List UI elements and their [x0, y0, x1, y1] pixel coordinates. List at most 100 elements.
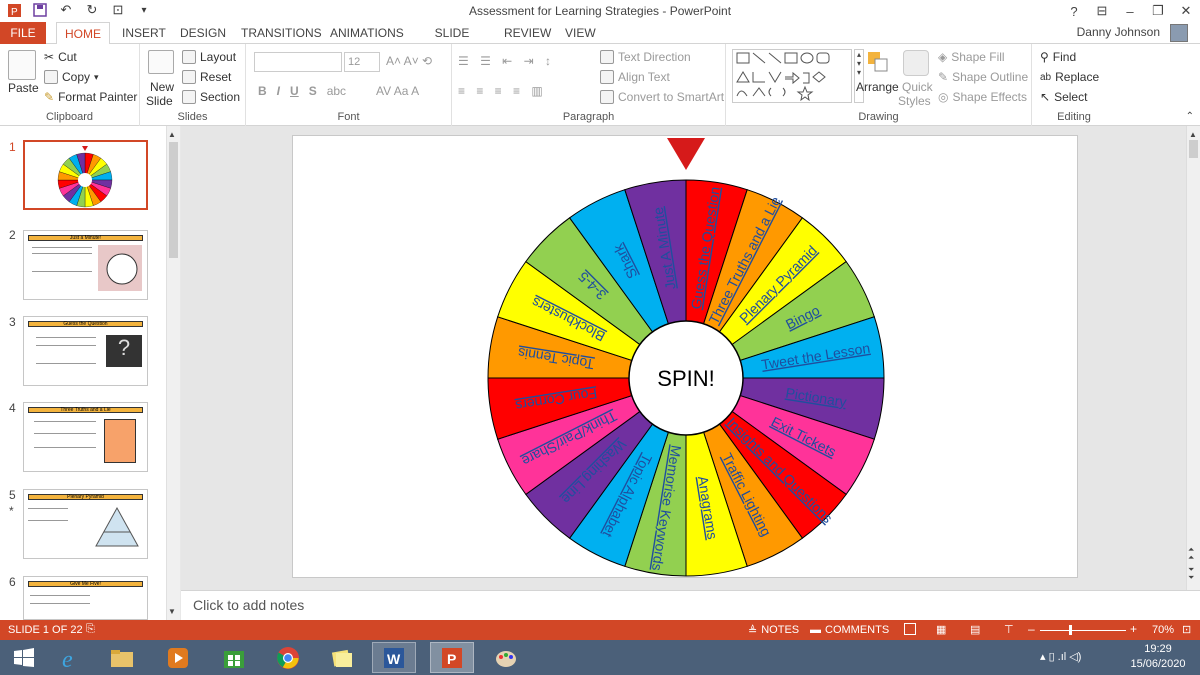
text-direction-button[interactable]: Text Direction: [600, 50, 691, 64]
quick-styles-icon[interactable]: [903, 50, 929, 76]
tab-insert[interactable]: INSERT: [122, 22, 166, 44]
shape-fill-button[interactable]: ◈ Shape Fill: [938, 50, 1005, 64]
align-buttons[interactable]: ≡ ≡ ≡ ≡ ▥: [458, 84, 547, 98]
font-name-box[interactable]: [254, 52, 342, 72]
previous-slide-icon[interactable]: ⏶ ⏶: [1188, 546, 1194, 562]
zoom-in-icon[interactable]: +: [1130, 622, 1137, 636]
slide-thumbnail-4[interactable]: Three Truths and a Lie: [23, 402, 148, 472]
slide-canvas[interactable]: Guess the Question Three Truths and a Lie…: [292, 135, 1078, 578]
find-button[interactable]: ⚲ Find: [1040, 50, 1076, 64]
scroll-down-icon[interactable]: ▼: [168, 607, 176, 616]
shapes-gallery[interactable]: [732, 49, 852, 103]
fit-slide-icon[interactable]: ⊡: [1182, 623, 1191, 636]
zoom-level[interactable]: 70%: [1152, 624, 1174, 636]
thumbnail-scrollbar[interactable]: ▲ ▼: [166, 126, 180, 620]
shadow-icon[interactable]: S: [309, 84, 317, 98]
spin-label[interactable]: SPIN!: [657, 366, 714, 391]
new-slide-icon[interactable]: [148, 50, 174, 74]
strikethrough-icon[interactable]: abc: [327, 84, 346, 98]
scroll-thumb[interactable]: [1189, 140, 1198, 158]
word-icon[interactable]: W: [372, 642, 416, 673]
slide-scrollbar[interactable]: ▲ ⏶ ⏶ ⏷ ⏷: [1186, 126, 1200, 590]
paste-button[interactable]: Paste: [8, 81, 39, 95]
select-button[interactable]: ↖ Select: [1040, 90, 1087, 104]
tab-slide-show[interactable]: SLIDE SHOW: [419, 22, 485, 62]
tab-home[interactable]: HOME: [56, 22, 110, 45]
zoom-slider-handle[interactable]: [1069, 625, 1072, 635]
internet-explorer-icon[interactable]: e: [50, 642, 94, 673]
shape-effects-button[interactable]: ◎ Shape Effects: [938, 90, 1027, 104]
slide-show-icon[interactable]: ⊤: [1004, 623, 1014, 636]
store-icon[interactable]: [212, 642, 256, 673]
quick-styles-line1[interactable]: Quick: [902, 80, 933, 94]
font-color-icons[interactable]: AV Aa A: [376, 84, 419, 98]
tab-animations[interactable]: ANIMATIONS: [330, 22, 404, 44]
list-buttons[interactable]: ☰ ☰ ⇤ ⇥ ↕: [458, 54, 555, 68]
cut-button[interactable]: ✂ Cut: [44, 50, 77, 64]
system-tray-icons[interactable]: ▴ ▯ .ıl ◁): [1040, 650, 1081, 663]
spinner-wheel[interactable]: Guess the QuestionThree Truths and a Lie…: [293, 136, 1079, 579]
zoom-out-icon[interactable]: –: [1028, 622, 1035, 636]
arrange-icon[interactable]: [866, 50, 890, 74]
powerpoint-icon[interactable]: P: [430, 642, 474, 673]
layout-button[interactable]: Layout: [182, 50, 236, 64]
slide-sorter-icon[interactable]: ▦: [936, 623, 946, 636]
close-icon[interactable]: ✕: [1172, 0, 1200, 22]
spell-check-icon[interactable]: ⎘: [86, 623, 95, 636]
collapse-ribbon-icon[interactable]: ⌃: [1186, 111, 1194, 122]
new-slide-button-line1[interactable]: New: [150, 80, 174, 94]
taskbar-date[interactable]: 15/06/2020: [1122, 658, 1194, 670]
notes-button[interactable]: ≜ NOTES: [748, 624, 799, 637]
font-grow-icons[interactable]: A˄ A˅ ⟲: [386, 54, 432, 68]
convert-smartart-button[interactable]: Convert to SmartArt: [600, 90, 724, 104]
bold-icon[interactable]: B: [258, 84, 267, 98]
scroll-up-icon[interactable]: ▲: [1189, 130, 1197, 139]
sticky-notes-icon[interactable]: [320, 642, 364, 673]
slide-thumbnail-5[interactable]: Plenary Pyramid: [23, 489, 148, 559]
shape-outline-button[interactable]: ✎ Shape Outline: [938, 70, 1028, 84]
tab-file[interactable]: FILE: [0, 22, 46, 44]
normal-view-icon[interactable]: [904, 623, 916, 635]
reset-button[interactable]: Reset: [182, 70, 231, 84]
font-format-buttons[interactable]: B I U Sabc: [258, 84, 346, 98]
notes-pane[interactable]: [181, 590, 1200, 620]
quick-styles-line2[interactable]: Styles: [898, 94, 931, 108]
zoom-slider[interactable]: [1040, 630, 1126, 631]
user-name[interactable]: Danny Johnson: [1077, 25, 1160, 39]
slide-thumbnail-1[interactable]: [23, 140, 148, 210]
shapes-gallery-scroll[interactable]: ▴ ▾ ▾: [854, 49, 864, 103]
notes-placeholder[interactable]: Click to add notes: [193, 597, 304, 613]
taskbar-clock[interactable]: 19:29: [1128, 643, 1188, 655]
tab-view[interactable]: VIEW: [565, 22, 596, 44]
paint-icon[interactable]: [484, 642, 528, 673]
paste-icon[interactable]: [8, 50, 36, 80]
arrange-button[interactable]: Arrange: [856, 80, 899, 94]
windows-start-icon[interactable]: [2, 642, 46, 673]
comments-button[interactable]: ▬ COMMENTS: [810, 624, 889, 636]
file-explorer-icon[interactable]: [100, 642, 144, 673]
replace-button[interactable]: ab Replace: [1040, 70, 1099, 84]
restore-icon[interactable]: ❐: [1144, 0, 1172, 22]
font-size-box[interactable]: 12: [344, 52, 380, 72]
reading-view-icon[interactable]: ▤: [970, 623, 980, 636]
chrome-icon[interactable]: [266, 642, 310, 673]
tab-design[interactable]: DESIGN: [180, 22, 226, 44]
help-button[interactable]: ?: [1060, 0, 1088, 22]
slide-thumbnail-3[interactable]: Guess the Question ?: [23, 316, 148, 386]
slide-thumbnail-6[interactable]: Give Me Five!: [23, 576, 148, 620]
align-text-button[interactable]: Align Text: [600, 70, 670, 84]
avatar[interactable]: [1170, 24, 1188, 42]
italic-icon[interactable]: I: [277, 84, 280, 98]
section-button[interactable]: Section: [182, 90, 240, 104]
copy-button[interactable]: Copy ▾: [44, 70, 99, 84]
scroll-up-icon[interactable]: ▲: [168, 130, 176, 139]
next-slide-icon[interactable]: ⏷ ⏷: [1188, 566, 1194, 582]
scroll-thumb[interactable]: [169, 142, 178, 258]
ribbon-display-options-icon[interactable]: ⊟: [1088, 0, 1116, 22]
new-slide-button-line2[interactable]: Slide: [146, 94, 173, 108]
slide-thumbnail-2[interactable]: Just a Minute!: [23, 230, 148, 300]
tab-transitions[interactable]: TRANSITIONS: [241, 22, 322, 44]
tab-review[interactable]: REVIEW: [504, 22, 551, 44]
format-painter-button[interactable]: ✎ Format Painter: [44, 90, 137, 104]
media-player-icon[interactable]: [156, 642, 200, 673]
